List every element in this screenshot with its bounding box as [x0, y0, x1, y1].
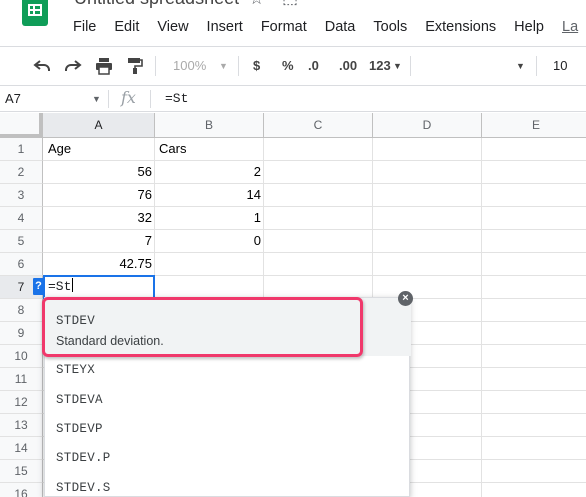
row-header-5[interactable]: 5	[0, 230, 43, 253]
formula-bar-divider	[108, 90, 109, 108]
suggestion-item[interactable]: STDEV.P	[56, 451, 111, 465]
formula-bar: A7 ▼ fx =St	[0, 86, 586, 112]
suggestion-item[interactable]: STDEV.S	[56, 481, 111, 495]
cell-a5[interactable]: 7	[44, 230, 154, 252]
menu-extensions[interactable]: Extensions	[416, 17, 505, 37]
last-edit-link[interactable]: La	[553, 17, 586, 37]
menu-help[interactable]: Help	[505, 17, 553, 37]
fx-icon: fx	[121, 88, 136, 107]
name-box[interactable]: A7	[5, 86, 21, 112]
formula-help-icon[interactable]: ?	[33, 278, 44, 295]
zoom-select[interactable]: 100%	[173, 47, 206, 85]
row-header-10[interactable]: 10	[0, 345, 43, 368]
column-header-c[interactable]: C	[264, 113, 373, 138]
suggestion-item[interactable]: STDEVP	[56, 422, 103, 436]
font-dropdown-icon[interactable]: ▼	[516, 47, 525, 85]
name-box-dropdown-icon[interactable]: ▼	[92, 86, 101, 112]
cell-b5[interactable]: 0	[155, 230, 263, 252]
star-icon[interactable]: ☆	[249, 0, 264, 9]
row-header-15[interactable]: 15	[0, 460, 43, 483]
cell-a4[interactable]: 32	[44, 207, 154, 229]
format-currency-button[interactable]: $	[253, 47, 260, 85]
more-formats-dropdown-icon[interactable]: ▼	[393, 47, 402, 85]
top-bar: Untitled spreadsheet ☆ ⬚ File Edit View …	[0, 0, 586, 46]
redo-icon[interactable]	[64, 58, 82, 74]
cell-b3[interactable]: 14	[155, 184, 263, 206]
row-header-2[interactable]: 2	[0, 161, 43, 184]
menu-edit[interactable]: Edit	[105, 17, 148, 37]
move-folder-icon[interactable]: ⬚	[282, 0, 298, 8]
sheets-logo-icon[interactable]	[22, 0, 48, 26]
toolbar-divider	[536, 56, 537, 76]
menu-insert[interactable]: Insert	[198, 17, 252, 37]
increase-decimals-button[interactable]: .00	[339, 47, 357, 85]
row-header-8[interactable]: 8	[0, 299, 43, 322]
row-header-13[interactable]: 13	[0, 414, 43, 437]
menu-bar: File Edit View Insert Format Data Tools …	[64, 17, 586, 37]
cell-a2[interactable]: 56	[44, 161, 154, 183]
select-all-corner[interactable]	[0, 113, 43, 138]
column-header-b[interactable]: B	[155, 113, 264, 138]
row-header-1[interactable]: 1	[0, 138, 43, 161]
print-icon[interactable]	[95, 57, 113, 75]
cell-b2[interactable]: 2	[155, 161, 263, 183]
format-percent-button[interactable]: %	[282, 47, 294, 85]
cell-a1[interactable]: Age	[44, 138, 154, 160]
zoom-dropdown-icon[interactable]: ▼	[219, 47, 228, 85]
active-cell-editor[interactable]: =St	[43, 275, 155, 299]
column-header-a[interactable]: A	[43, 113, 155, 138]
cell-b1[interactable]: Cars	[155, 138, 263, 160]
annotation-highlight-box	[42, 297, 363, 357]
menu-tools[interactable]: Tools	[364, 17, 416, 37]
cell-a6[interactable]: 42.75	[44, 253, 154, 275]
row-header-12[interactable]: 12	[0, 391, 43, 414]
toolbar-divider	[410, 56, 411, 76]
undo-icon[interactable]	[33, 58, 51, 74]
row-header-3[interactable]: 3	[0, 184, 43, 207]
column-gridline	[481, 138, 482, 497]
menu-file[interactable]: File	[64, 17, 105, 37]
cell-a3[interactable]: 76	[44, 184, 154, 206]
paint-format-icon[interactable]	[127, 57, 143, 75]
active-cell-text: =St	[48, 279, 72, 294]
text-caret	[72, 278, 74, 292]
toolbar-divider	[238, 56, 239, 76]
toolbar: 100% ▼ $ % .0 .00 123 ▼ ▼ 10	[0, 46, 586, 86]
row-header-16[interactable]: 16	[0, 483, 43, 497]
menu-data[interactable]: Data	[316, 17, 365, 37]
document-title[interactable]: Untitled spreadsheet	[74, 0, 239, 9]
menu-format[interactable]: Format	[252, 17, 316, 37]
column-header-e[interactable]: E	[482, 113, 586, 138]
cell-b4[interactable]: 1	[155, 207, 263, 229]
suggestion-item[interactable]: STEYX	[56, 363, 95, 377]
toolbar-divider	[155, 56, 156, 76]
close-icon[interactable]: ×	[398, 291, 413, 306]
menu-view[interactable]: View	[148, 17, 197, 37]
row-header-6[interactable]: 6	[0, 253, 43, 276]
decrease-decimals-button[interactable]: .0	[308, 47, 319, 85]
row-header-11[interactable]: 11	[0, 368, 43, 391]
column-header-d[interactable]: D	[373, 113, 482, 138]
row-header-9[interactable]: 9	[0, 322, 43, 345]
formula-bar-divider	[150, 90, 151, 108]
row-header-4[interactable]: 4	[0, 207, 43, 230]
font-size-input[interactable]: 10	[553, 47, 567, 85]
formula-input[interactable]: =St	[165, 86, 188, 112]
more-formats-button[interactable]: 123	[369, 47, 391, 85]
row-header-14[interactable]: 14	[0, 437, 43, 460]
suggestion-item[interactable]: STDEVA	[56, 393, 103, 407]
